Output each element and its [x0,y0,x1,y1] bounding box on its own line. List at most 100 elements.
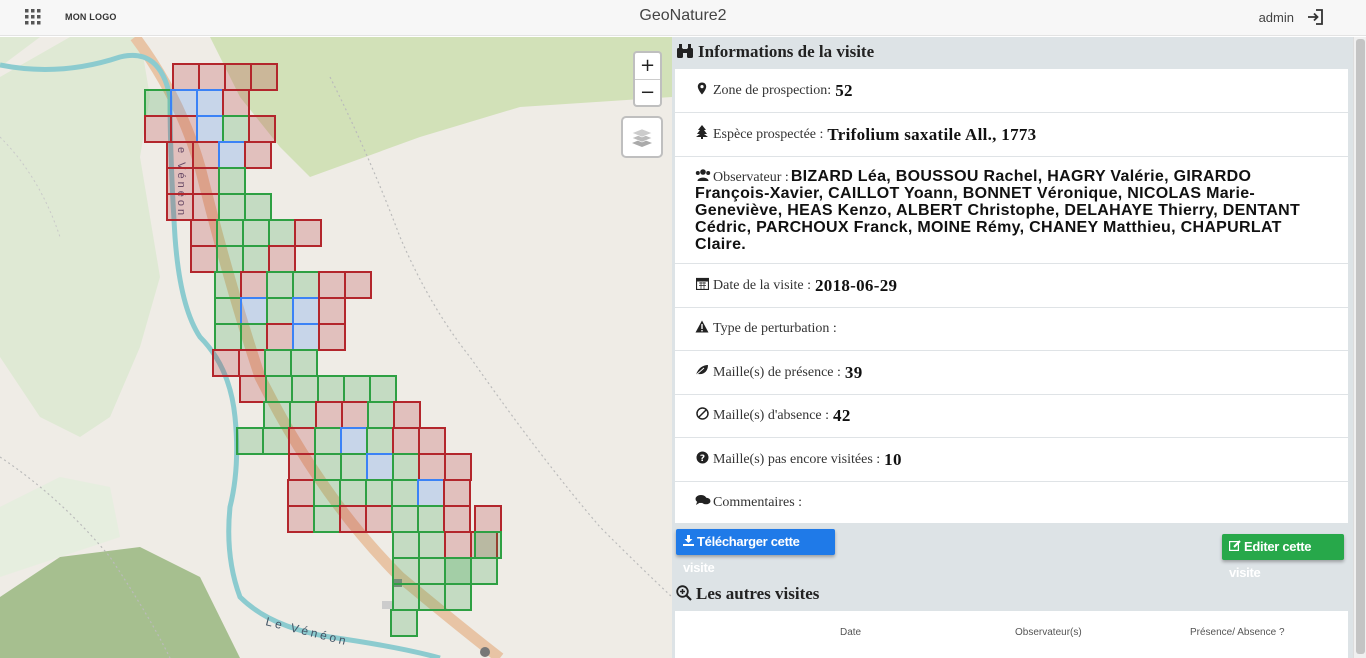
grid-cell[interactable] [244,193,272,221]
grid-cell[interactable] [244,141,272,169]
grid-cell[interactable] [190,245,218,273]
grid-cell[interactable] [166,141,194,169]
grid-cell[interactable] [291,375,319,403]
grid-cell[interactable] [444,583,472,611]
grid-cell[interactable] [340,427,368,455]
grid-cell[interactable] [292,323,320,351]
zoom-in-button[interactable]: + [635,53,660,79]
grid-cell[interactable] [236,427,264,455]
grid-cell[interactable] [366,453,394,481]
grid-cell[interactable] [216,219,244,247]
grid-cell[interactable] [166,167,194,195]
apps-grid-icon[interactable] [25,9,41,25]
grid-cell[interactable] [268,219,296,247]
grid-cell[interactable] [444,531,472,559]
grid-cell[interactable] [294,219,322,247]
grid-cell[interactable] [365,479,393,507]
grid-cell[interactable] [444,557,472,585]
grid-cell[interactable] [214,323,242,351]
grid-cell[interactable] [170,89,198,117]
grid-cell[interactable] [365,505,393,533]
grid-cell[interactable] [289,401,317,429]
grid-cell[interactable] [198,63,226,91]
grid-cell[interactable] [318,323,346,351]
grid-cell[interactable] [292,271,320,299]
grid-cell[interactable] [390,609,418,637]
grid-cell[interactable] [392,531,420,559]
download-visit-button[interactable]: Télécharger cette visite [676,529,835,575]
grid-cell[interactable] [240,271,268,299]
grid-cell[interactable] [369,375,397,403]
grid-cell[interactable] [250,63,278,91]
grid-cell[interactable] [418,453,446,481]
grid-cell[interactable] [287,505,315,533]
grid-cell[interactable] [218,193,246,221]
grid-cell[interactable] [340,453,368,481]
grid-cell[interactable] [238,349,266,377]
grid-cell[interactable] [313,479,341,507]
grid-cell[interactable] [192,167,220,195]
grid-cell[interactable] [417,505,445,533]
grid-cell[interactable] [266,297,294,325]
layers-button[interactable] [621,116,663,158]
grid-cell[interactable] [263,401,291,429]
grid-cell[interactable] [341,401,369,429]
grid-cell[interactable] [392,583,420,611]
col-header-observers[interactable]: Observateur(s) [1015,627,1082,638]
grid-cell[interactable] [418,583,446,611]
grid-cell[interactable] [265,375,293,403]
grid-cell[interactable] [418,427,446,455]
grid-cell[interactable] [315,401,343,429]
grid-cell[interactable] [262,427,290,455]
grid-cell[interactable] [288,453,316,481]
grid-cell[interactable] [470,557,498,585]
edit-visit-button[interactable]: Editer cette visite [1222,534,1344,580]
grid-cell[interactable] [314,453,342,481]
grid-cell[interactable] [288,427,316,455]
grid-cell[interactable] [318,297,346,325]
grid-cell[interactable] [266,271,294,299]
grid-cell[interactable] [393,401,421,429]
grid-cell[interactable] [444,453,472,481]
grid-cell[interactable] [313,505,341,533]
grid-cell[interactable] [344,271,372,299]
grid-cell[interactable] [287,479,315,507]
map-view[interactable]: e Vénéon Le Vénéon + − [0,37,672,658]
grid-cell[interactable] [290,349,318,377]
grid-cell[interactable] [264,349,292,377]
grid-cell[interactable] [144,115,172,143]
grid-cell[interactable] [239,375,267,403]
grid-cell[interactable] [443,505,471,533]
grid-cell[interactable] [418,557,446,585]
grid-cell[interactable] [214,297,242,325]
grid-cell[interactable] [196,115,224,143]
grid-cell[interactable] [218,167,246,195]
grid-cell[interactable] [144,89,172,117]
grid-cell[interactable] [214,271,242,299]
grid-cell[interactable] [292,297,320,325]
grid-cell[interactable] [339,505,367,533]
grid-cell[interactable] [317,375,345,403]
grid-cell[interactable] [172,63,200,91]
grid-cell[interactable] [474,505,502,533]
grid-cell[interactable] [190,219,218,247]
grid-cell[interactable] [268,245,296,273]
grid-cell[interactable] [392,557,420,585]
grid-cell[interactable] [391,479,419,507]
grid-cell[interactable] [222,115,250,143]
grid-cell[interactable] [192,141,220,169]
col-header-presence[interactable]: Présence/ Absence ? [1190,627,1285,638]
scrollbar[interactable] [1353,37,1366,658]
grid-cell[interactable] [314,427,342,455]
grid-cell[interactable] [392,453,420,481]
col-header-date[interactable]: Date [840,627,861,638]
grid-cell[interactable] [339,479,367,507]
grid-cell[interactable] [391,505,419,533]
grid-cell[interactable] [366,427,394,455]
grid-cell[interactable] [240,297,268,325]
grid-cell[interactable] [248,115,276,143]
grid-cell[interactable] [318,271,346,299]
grid-cell[interactable] [343,375,371,403]
zoom-out-button[interactable]: − [635,79,660,105]
grid-cell[interactable] [242,219,270,247]
